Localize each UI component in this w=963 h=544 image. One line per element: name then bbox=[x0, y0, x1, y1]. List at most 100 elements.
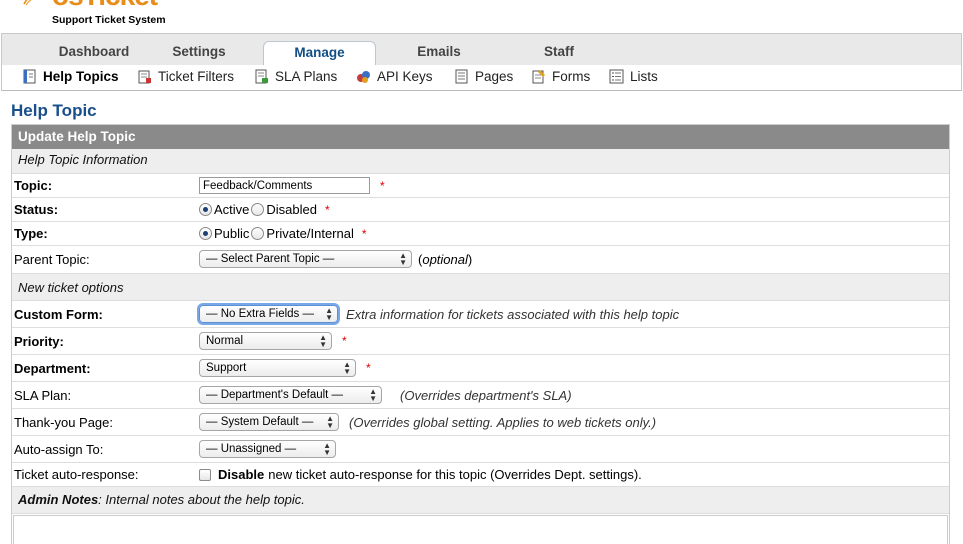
subtab-label: SLA Plans bbox=[275, 69, 338, 84]
auto-assign-label: Auto-assign To: bbox=[14, 442, 104, 457]
required-marker: * bbox=[366, 361, 371, 375]
tab-dashboard[interactable]: Dashboard bbox=[34, 44, 154, 59]
tab-emails[interactable]: Emails bbox=[379, 44, 499, 59]
admin-notes-title: Admin Notes bbox=[18, 492, 99, 507]
type-public-label[interactable]: Public bbox=[214, 226, 249, 241]
subtab-lists[interactable]: Lists bbox=[609, 69, 658, 84]
sla-plan-value: — Department's Default — bbox=[206, 389, 344, 401]
type-public-radio[interactable] bbox=[199, 227, 212, 240]
section-help-topic-information: Help Topic Information bbox=[12, 149, 949, 174]
department-label: Department: bbox=[14, 361, 91, 376]
type-private-radio[interactable] bbox=[251, 227, 265, 240]
chevron-updown-icon: ▲ ▼ bbox=[319, 333, 327, 349]
topic-input[interactable]: Feedback/Comments bbox=[199, 177, 370, 194]
type-label: Type: bbox=[14, 226, 48, 241]
help-topics-icon bbox=[23, 69, 36, 84]
help-topic-form: Update Help Topic Help Topic Information… bbox=[11, 124, 950, 544]
sub-nav: Help Topics Ticket Filters SLA Plans API… bbox=[1, 65, 962, 91]
section-new-ticket-options: New ticket options bbox=[12, 274, 949, 301]
row-status: Status: Active Disabled * bbox=[12, 198, 949, 222]
type-private-label[interactable]: Private/Internal bbox=[266, 226, 353, 241]
custom-form-select[interactable]: — No Extra Fields — ▲ ▼ bbox=[199, 305, 338, 323]
auto-response-checkbox[interactable] bbox=[199, 468, 211, 481]
chevron-updown-icon: ▲ ▼ bbox=[326, 414, 334, 430]
row-priority: Priority: Normal ▲ ▼ * bbox=[12, 328, 949, 355]
thankyou-page-value: — System Default — bbox=[206, 416, 314, 428]
api-keys-icon bbox=[357, 71, 370, 83]
row-type: Type: Public Private/Internal * bbox=[12, 222, 949, 246]
priority-select[interactable]: Normal ▲ ▼ bbox=[199, 332, 332, 350]
logo-wordmark: osTicket bbox=[52, 0, 158, 10]
row-topic: Topic: Feedback/Comments * bbox=[12, 174, 949, 198]
parent-topic-label: Parent Topic: bbox=[14, 252, 90, 267]
subtab-sla-plans[interactable]: SLA Plans bbox=[254, 69, 337, 84]
sla-plans-icon bbox=[255, 69, 268, 84]
logo[interactable]: osTicket Support Ticket System bbox=[22, 0, 202, 32]
admin-notes-description: : Internal notes about the help topic. bbox=[98, 492, 305, 507]
status-active-radio[interactable] bbox=[199, 203, 212, 216]
priority-value: Normal bbox=[206, 335, 244, 347]
auto-response-label: Ticket auto-response: bbox=[14, 467, 139, 482]
parent-topic-select[interactable]: — Select Parent Topic — ▲ ▼ bbox=[199, 250, 412, 268]
custom-form-value: — No Extra Fields — bbox=[206, 308, 314, 320]
required-marker: * bbox=[361, 226, 367, 241]
auto-response-text: new ticket auto-response for this topic … bbox=[268, 467, 642, 482]
status-disabled-radio[interactable] bbox=[251, 203, 265, 216]
row-auto-assign: Auto-assign To: — Unassigned — ▲ ▼ bbox=[12, 436, 949, 463]
tab-staff[interactable]: Staff bbox=[499, 44, 619, 59]
chevron-updown-icon: ▲ ▼ bbox=[343, 360, 351, 376]
page-title: Help Topic bbox=[11, 101, 97, 120]
required-marker: * bbox=[325, 202, 330, 217]
row-department: Department: Support ▲ ▼ * bbox=[12, 355, 949, 382]
lists-icon bbox=[609, 69, 624, 84]
subtab-ticket-filters[interactable]: Ticket Filters bbox=[137, 69, 234, 84]
row-ticket-auto-response: Ticket auto-response: Disable new ticket… bbox=[12, 463, 949, 487]
subtab-label: API Keys bbox=[377, 69, 433, 84]
subtab-label: Forms bbox=[552, 69, 591, 84]
chevron-updown-icon: ▲ ▼ bbox=[323, 441, 331, 457]
row-parent-topic: Parent Topic: — Select Parent Topic — ▲ ▼… bbox=[12, 246, 949, 274]
status-disabled-label[interactable]: Disabled bbox=[266, 202, 317, 217]
forms-icon bbox=[532, 70, 545, 84]
sla-plan-select[interactable]: — Department's Default — ▲ ▼ bbox=[199, 386, 382, 404]
thankyou-page-select[interactable]: — System Default — ▲ ▼ bbox=[199, 413, 339, 431]
main-nav: Dashboard Settings Manage Emails Staff bbox=[1, 33, 962, 67]
auto-response-disable-text: Disable bbox=[218, 467, 265, 482]
auto-assign-value: — Unassigned — bbox=[206, 443, 297, 455]
thankyou-page-label: Thank-you Page: bbox=[14, 415, 114, 430]
subtab-label: Pages bbox=[475, 69, 514, 84]
tab-settings[interactable]: Settings bbox=[139, 44, 259, 59]
chevron-updown-icon: ▲ ▼ bbox=[399, 251, 407, 267]
subtab-forms[interactable]: Forms bbox=[531, 69, 590, 84]
pages-icon bbox=[455, 69, 468, 84]
sla-plan-label: SLA Plan: bbox=[14, 388, 72, 403]
form-header: Update Help Topic bbox=[12, 125, 949, 149]
ticket-filters-icon bbox=[138, 70, 151, 84]
department-select[interactable]: Support ▲ ▼ bbox=[199, 359, 356, 377]
priority-label: Priority: bbox=[14, 334, 64, 349]
subtab-pages[interactable]: Pages bbox=[454, 69, 513, 84]
app-header: osTicket Support Ticket System bbox=[0, 0, 963, 33]
auto-assign-select[interactable]: — Unassigned — ▲ ▼ bbox=[199, 440, 336, 458]
chevron-updown-icon: ▲ ▼ bbox=[325, 306, 333, 322]
row-thankyou-page: Thank-you Page: — System Default — ▲ ▼ (O… bbox=[12, 409, 949, 436]
subtab-label: Help Topics bbox=[43, 69, 119, 84]
subtab-label: Ticket Filters bbox=[158, 69, 235, 84]
logo-tagline: Support Ticket System bbox=[52, 14, 166, 26]
status-active-label[interactable]: Active bbox=[214, 202, 249, 217]
row-custom-form: Custom Form: — No Extra Fields — ▲ ▼ Extr… bbox=[12, 301, 949, 328]
subtab-api-keys[interactable]: API Keys bbox=[356, 69, 433, 84]
required-marker: * bbox=[380, 178, 385, 193]
parent-topic-value: — Select Parent Topic — bbox=[206, 253, 335, 265]
subtab-help-topics[interactable]: Help Topics bbox=[22, 69, 119, 84]
admin-notes-textarea[interactable] bbox=[13, 515, 948, 544]
row-sla-plan: SLA Plan: — Department's Default — ▲ ▼ (O… bbox=[12, 382, 949, 409]
tab-manage[interactable]: Manage bbox=[263, 41, 376, 67]
topic-label: Topic: bbox=[14, 178, 53, 193]
custom-form-label: Custom Form: bbox=[14, 307, 103, 322]
subtab-label: Lists bbox=[630, 69, 658, 84]
chevron-updown-icon: ▲ ▼ bbox=[369, 387, 377, 403]
department-value: Support bbox=[206, 362, 247, 374]
parent-topic-hint: (optional) bbox=[418, 251, 473, 267]
thankyou-page-hint: (Overrides global setting. Applies to we… bbox=[349, 414, 657, 430]
